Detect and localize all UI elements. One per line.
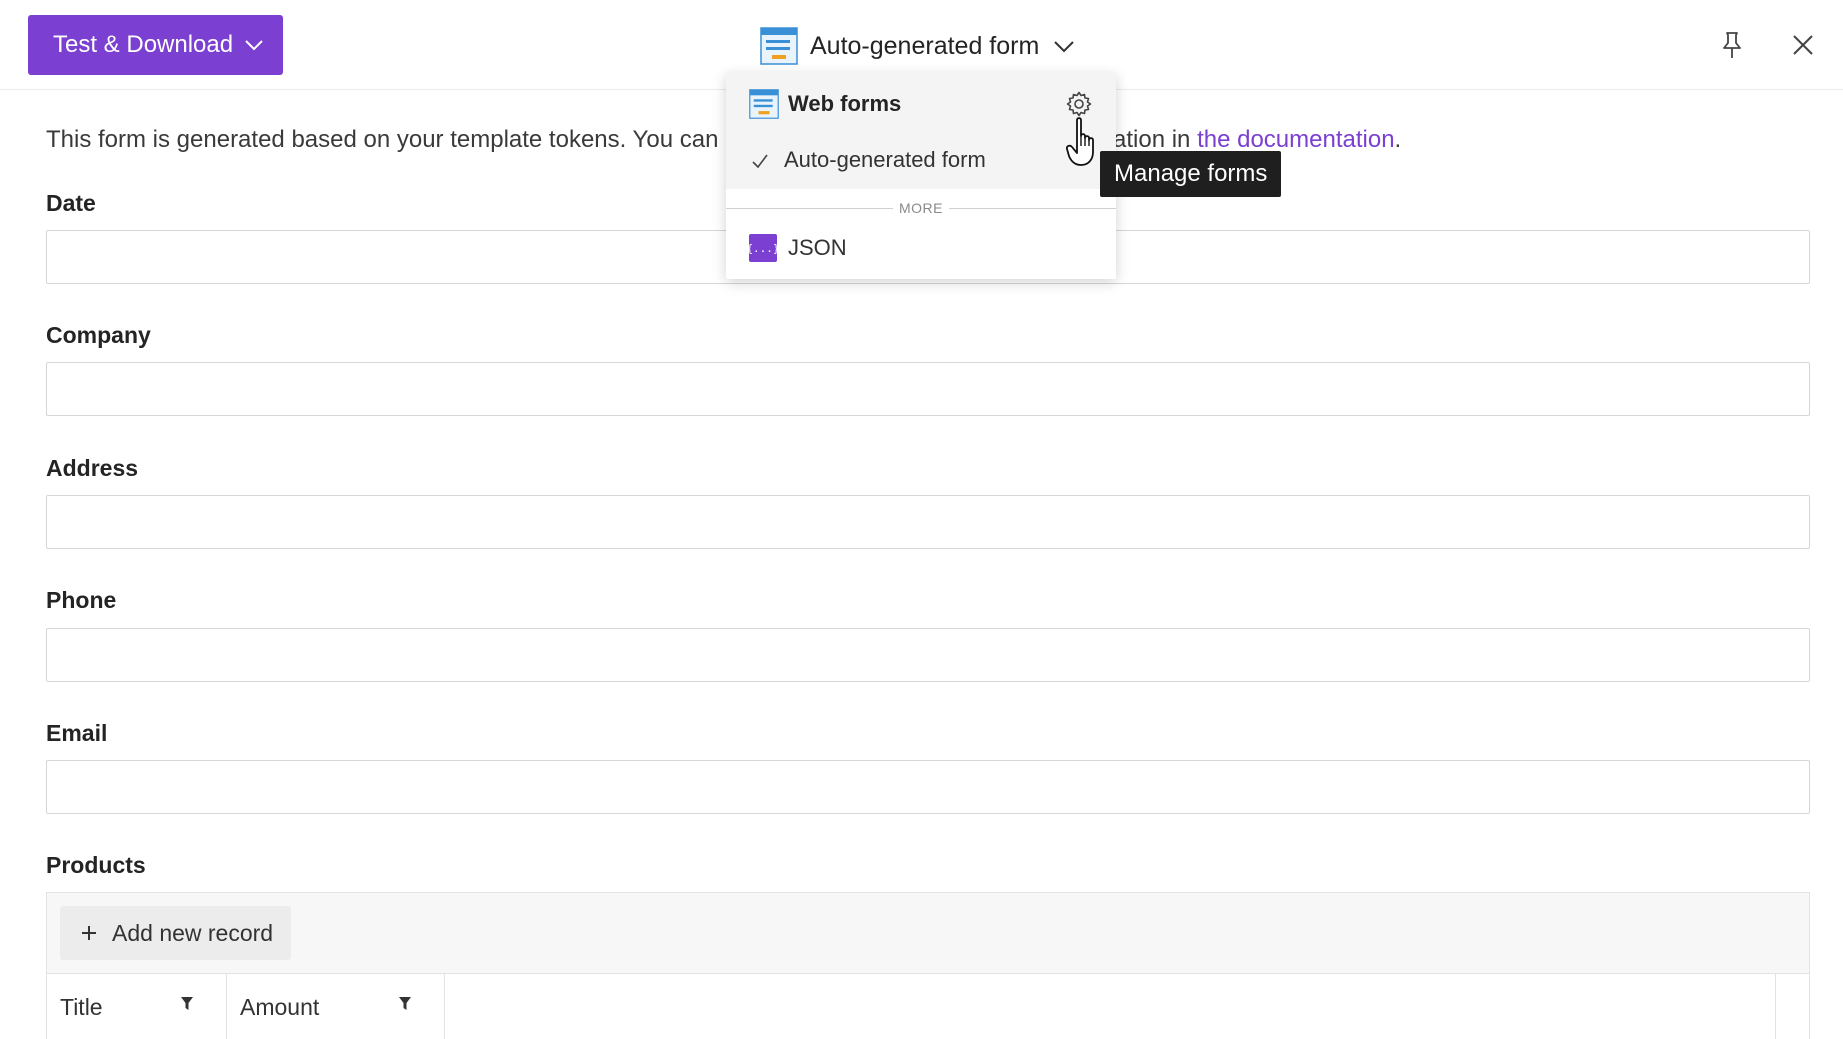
- menu-item-auto-generated-form[interactable]: Auto-generated form: [726, 133, 1116, 189]
- check-icon: [752, 154, 768, 169]
- more-separator: MORE: [726, 199, 1116, 219]
- column-amount-label: Amount: [240, 994, 320, 1020]
- chevron-down-icon[interactable]: [241, 32, 267, 58]
- products-grid: Add new record Title Amount: [46, 892, 1810, 1039]
- form-icon: [760, 27, 798, 65]
- menu-item-json-label: JSON: [788, 235, 847, 260]
- intro-text-tail: ation in the documentation.: [1113, 126, 1402, 153]
- column-header-empty: [445, 974, 1776, 1039]
- form-selector-title: Auto-generated form: [810, 31, 1040, 60]
- pin-icon[interactable]: [1718, 30, 1746, 60]
- column-header-amount[interactable]: Amount: [227, 974, 445, 1039]
- more-label: MORE: [893, 200, 949, 216]
- products-label: Products: [46, 852, 146, 878]
- phone-input[interactable]: [46, 628, 1810, 682]
- filter-icon[interactable]: [180, 996, 194, 1012]
- form-selector-dropdown: Web forms Auto-generated form MORE {...}…: [726, 73, 1116, 279]
- company-input[interactable]: [46, 362, 1810, 416]
- json-icon: {...}: [746, 234, 780, 262]
- chevron-down-icon: [1054, 41, 1075, 53]
- column-title-label: Title: [60, 994, 103, 1020]
- web-forms-title: Web forms: [788, 91, 902, 116]
- documentation-link[interactable]: the documentation: [1197, 126, 1394, 153]
- company-label: Company: [46, 322, 151, 348]
- address-input[interactable]: [46, 495, 1810, 549]
- hand-cursor-icon: [1066, 117, 1094, 166]
- manage-forms-tooltip: Manage forms: [1100, 151, 1282, 197]
- form-selector[interactable]: Auto-generated form: [760, 24, 1077, 68]
- menu-item-label: Auto-generated form: [784, 147, 986, 172]
- plus-icon: [82, 926, 96, 940]
- add-new-record-label: Add new record: [112, 919, 274, 946]
- close-icon[interactable]: [1790, 32, 1816, 58]
- test-download-button[interactable]: Test & Download: [28, 15, 283, 75]
- column-header-title[interactable]: Title: [47, 974, 227, 1039]
- gear-icon[interactable]: [1065, 90, 1093, 118]
- filter-icon[interactable]: [398, 996, 412, 1012]
- menu-item-json[interactable]: {...} JSON: [726, 223, 1116, 273]
- add-new-record-button[interactable]: Add new record: [60, 906, 291, 960]
- address-label: Address: [46, 455, 139, 481]
- grid-header-row: Title Amount: [47, 973, 1809, 1039]
- date-label: Date: [46, 190, 96, 216]
- intro-text: This form is generated based on your tem…: [46, 126, 739, 153]
- form-icon: [749, 89, 779, 119]
- web-forms-group: Web forms Auto-generated form: [726, 73, 1116, 189]
- phone-label: Phone: [46, 587, 117, 613]
- test-download-label: Test & Download: [53, 31, 234, 58]
- email-input[interactable]: [46, 760, 1810, 814]
- email-label: Email: [46, 720, 108, 746]
